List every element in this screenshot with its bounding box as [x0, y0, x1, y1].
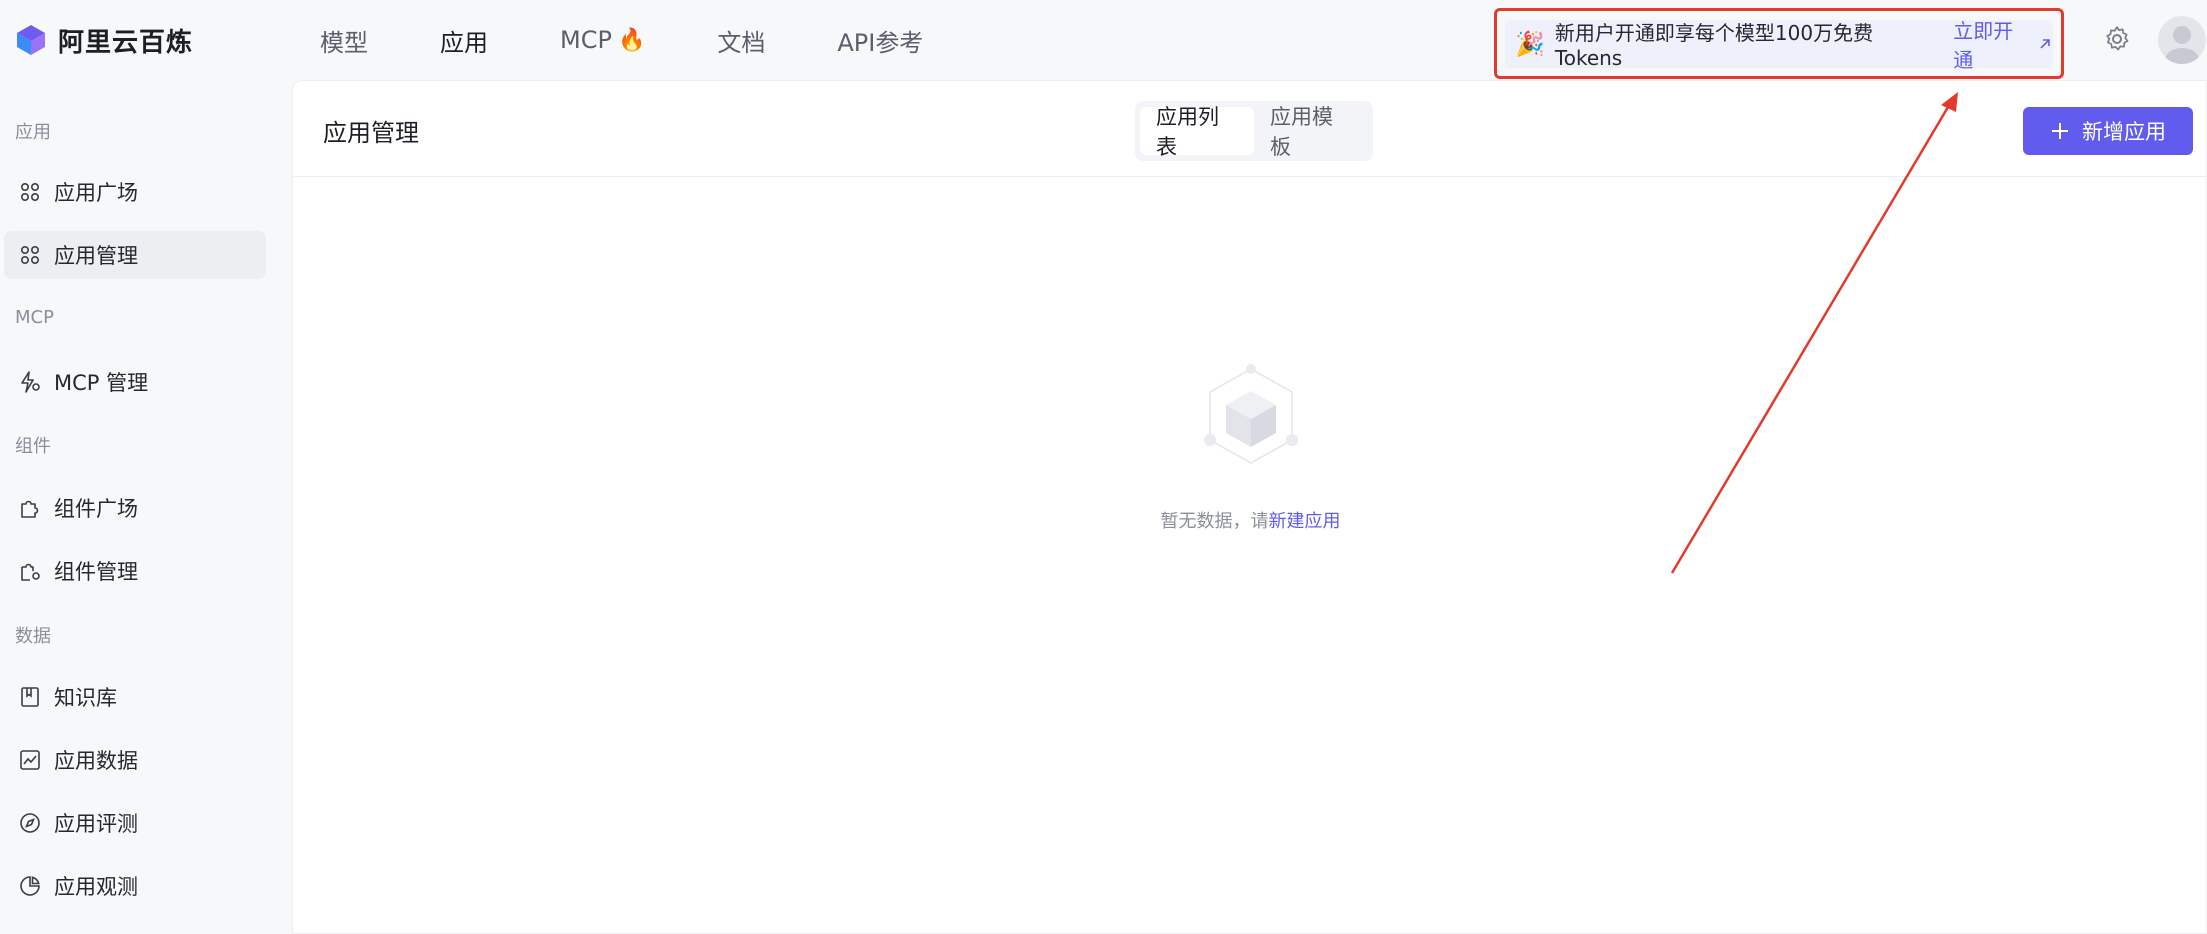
- sidebar-item-label: 应用管理: [54, 244, 138, 268]
- apps-grid-icon: [20, 182, 40, 202]
- sidebar-item-label: 知识库: [54, 686, 117, 710]
- sidebar: 应用 应用广场 应用管理 MCP MCP 管理 组件 组件广场 组件管理 数据 …: [0, 80, 292, 934]
- main-panel: 应用管理 应用列表 应用模板 新增应用 暂无数据，请新建应用: [292, 80, 2207, 934]
- nav-item-mcp[interactable]: MCP 🔥: [560, 26, 645, 54]
- sidebar-group-title: 组件: [15, 436, 51, 457]
- brand-name: 阿里云百炼: [58, 27, 194, 58]
- sidebar-item-knowledge-base[interactable]: 知识库: [4, 673, 266, 721]
- tab-label: 应用列表: [1156, 105, 1219, 159]
- promo-link-label: 立即开通: [1953, 18, 2014, 72]
- nav-label: 文档: [717, 28, 766, 57]
- promo-banner[interactable]: 🎉 新用户开通即享每个模型100万免费Tokens 立即开通: [1505, 19, 2053, 72]
- add-app-label: 新增应用: [2082, 121, 2166, 144]
- party-popper-icon: 🎉: [1515, 29, 1545, 58]
- tab-label: 应用模板: [1270, 105, 1333, 159]
- plus-icon: [2052, 123, 2068, 139]
- nav-item-model[interactable]: 模型: [320, 23, 368, 58]
- compass-icon: [20, 813, 40, 833]
- sidebar-item-label: 应用评测: [54, 812, 138, 836]
- puzzle-icon: [21, 500, 39, 518]
- empty-box-icon: [1203, 364, 1298, 464]
- sidebar-item-label: 应用观测: [54, 875, 138, 899]
- top-header: 阿里云百炼 模型 应用 MCP 🔥 文档 API参考 🎉 新用户开通即享每个模型1…: [0, 0, 2207, 80]
- book-icon: [21, 687, 39, 707]
- empty-message: 暂无数据，请: [1160, 511, 1269, 532]
- puzzle-gear-icon: [21, 563, 40, 581]
- sidebar-item-app-manage[interactable]: 应用管理: [4, 231, 266, 279]
- sidebar-item-app-eval[interactable]: 应用评测: [4, 799, 266, 847]
- nav-item-api[interactable]: API参考: [837, 23, 923, 58]
- tab-app-template[interactable]: 应用模板: [1254, 105, 1368, 159]
- sidebar-item-label: 组件管理: [54, 560, 138, 584]
- brand-logo[interactable]: 阿里云百炼: [14, 20, 193, 60]
- nav-item-docs[interactable]: 文档: [717, 23, 765, 58]
- page-title: 应用管理: [323, 119, 419, 147]
- sidebar-item-label: 应用数据: [54, 749, 138, 773]
- sidebar-group-title: MCP: [15, 307, 54, 328]
- sidebar-item-mcp-manage[interactable]: MCP 管理: [4, 358, 266, 406]
- empty-text: 暂无数据，请新建应用: [293, 507, 2207, 533]
- nav-label: MCP: [560, 26, 612, 54]
- lightning-gear-icon: [21, 371, 40, 393]
- sidebar-item-app-observe[interactable]: 应用观测: [4, 862, 266, 910]
- sidebar-item-label: 应用广场: [54, 181, 138, 205]
- sidebar-item-app-plaza[interactable]: 应用广场: [4, 168, 266, 216]
- sidebar-group-title: 应用: [15, 122, 51, 143]
- sidebar-item-app-data[interactable]: 应用数据: [4, 736, 266, 784]
- nav-item-app[interactable]: 应用: [440, 23, 488, 58]
- add-app-button[interactable]: 新增应用: [2023, 107, 2193, 155]
- nav-label: API参考: [837, 28, 924, 57]
- sidebar-item-component-plaza[interactable]: 组件广场: [4, 484, 266, 532]
- tab-app-list[interactable]: 应用列表: [1140, 105, 1254, 159]
- sidebar-group-title: 数据: [15, 626, 51, 647]
- main-header: 应用管理 应用列表 应用模板 新增应用: [293, 81, 2207, 177]
- line-chart-icon: [20, 750, 40, 770]
- promo-text: 新用户开通即享每个模型100万免费Tokens: [1554, 21, 1874, 70]
- apps-grid-icon: [20, 245, 40, 265]
- sidebar-item-component-manage[interactable]: 组件管理: [4, 547, 266, 595]
- empty-state: 暂无数据，请新建应用: [293, 361, 2207, 533]
- nav-label: 应用: [440, 28, 488, 57]
- fire-icon: 🔥: [617, 27, 646, 53]
- user-avatar-icon: [2165, 26, 2199, 64]
- promo-highlight-box: 🎉 新用户开通即享每个模型100万免费Tokens 立即开通: [1494, 8, 2064, 79]
- brand-logo-icon: [17, 25, 45, 55]
- promo-link[interactable]: 立即开通: [1953, 15, 2053, 73]
- nav-label: 模型: [320, 28, 368, 57]
- pie-chart-icon: [20, 876, 40, 896]
- arrow-up-right-icon: [2040, 38, 2050, 49]
- view-tabs: 应用列表 应用模板: [1135, 101, 1373, 161]
- sidebar-item-label: MCP 管理: [54, 371, 149, 395]
- avatar[interactable]: [2158, 16, 2206, 64]
- gear-icon[interactable]: [2102, 24, 2132, 54]
- sidebar-item-label: 组件广场: [54, 497, 138, 521]
- top-nav: 模型 应用 MCP 🔥 文档 API参考: [320, 0, 995, 80]
- create-app-link[interactable]: 新建应用: [1269, 511, 1341, 532]
